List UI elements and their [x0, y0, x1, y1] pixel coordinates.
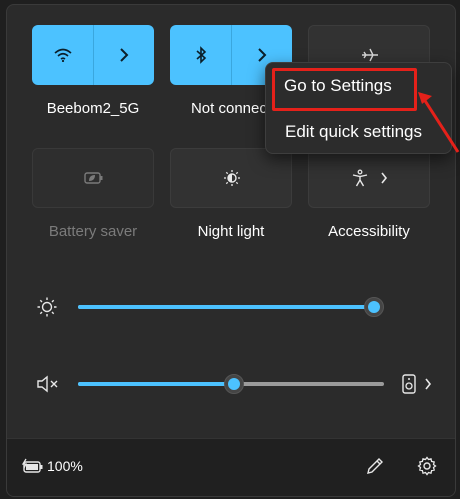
night-light-label: Night light	[197, 223, 265, 240]
battery-saver-tile[interactable]	[32, 148, 154, 208]
battery-saver-label: Battery saver	[48, 223, 138, 240]
night-light-icon	[224, 170, 240, 186]
settings-button[interactable]	[417, 456, 439, 478]
wifi-label: Beebom2_5G	[46, 100, 140, 117]
brightness-slider[interactable]	[78, 305, 374, 309]
accessibility-icon	[352, 169, 368, 187]
battery-status[interactable]: 100%	[21, 458, 83, 474]
brightness-thumb[interactable]	[364, 297, 384, 317]
wifi-chevron-button[interactable]	[94, 25, 154, 85]
annotation-arrow	[418, 92, 460, 153]
battery-saver-icon	[84, 172, 103, 184]
audio-output-button[interactable]	[397, 372, 437, 396]
accessibility-tile[interactable]	[308, 148, 430, 208]
wifi-icon	[53, 48, 72, 62]
edit-quick-settings-button[interactable]	[365, 456, 387, 478]
wifi-toggle[interactable]	[32, 25, 93, 85]
bluetooth-icon	[195, 46, 206, 64]
footer-bar: 100%	[7, 438, 455, 496]
battery-percentage: 100%	[47, 458, 83, 474]
gear-icon	[417, 456, 437, 476]
brightness-fill	[78, 305, 374, 309]
chevron-right-icon	[120, 48, 129, 62]
pencil-icon	[367, 458, 383, 474]
night-light-tile[interactable]	[170, 148, 292, 208]
speaker-muted-icon[interactable]	[35, 372, 61, 396]
brightness-icon	[35, 295, 59, 319]
wifi-tile	[32, 25, 154, 85]
volume-thumb[interactable]	[224, 374, 245, 394]
speaker-output-icon	[402, 374, 416, 394]
volume-fill	[78, 382, 235, 386]
chevron-right-icon	[381, 172, 388, 184]
chevron-right-icon	[258, 48, 267, 62]
chevron-right-icon	[425, 378, 432, 390]
highlight-box	[272, 68, 417, 111]
battery-charging-icon	[21, 458, 43, 473]
accessibility-label: Accessibility	[328, 223, 410, 240]
airplane-icon	[362, 48, 378, 62]
bluetooth-toggle[interactable]	[170, 25, 231, 85]
